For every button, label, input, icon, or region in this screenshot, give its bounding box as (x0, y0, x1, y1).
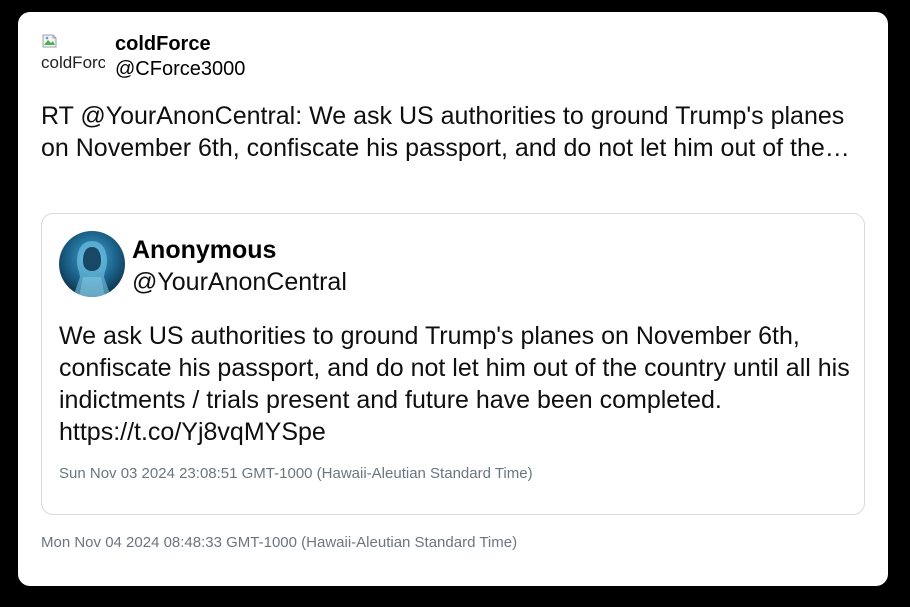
avatar-image (59, 231, 125, 297)
author-handle[interactable]: @CForce3000 (115, 58, 245, 81)
broken-image-icon (42, 34, 57, 48)
avatar-alt-text: coldForce (41, 53, 105, 72)
author-display-name[interactable]: coldForce (115, 33, 211, 56)
tweet-card: coldForce coldForce @CForce3000 RT @Your… (18, 12, 888, 586)
quoted-author-display-name[interactable]: Anonymous (132, 236, 276, 265)
author-avatar[interactable]: coldForce (41, 32, 105, 74)
quoted-tweet-text: We ask US authorities to ground Trump's … (59, 322, 850, 446)
hooded-figure-avatar-icon[interactable] (59, 231, 125, 297)
tweet-timestamp[interactable]: Mon Nov 04 2024 08:48:33 GMT-1000 (Hawai… (41, 534, 517, 551)
quoted-author-handle[interactable]: @YourAnonCentral (132, 268, 347, 297)
quoted-tweet[interactable]: Anonymous @YourAnonCentral We ask US aut… (41, 213, 865, 515)
tweet-text: RT @YourAnonCentral: We ask US authoriti… (41, 102, 850, 162)
quoted-tweet-timestamp[interactable]: Sun Nov 03 2024 23:08:51 GMT-1000 (Hawai… (59, 465, 533, 482)
